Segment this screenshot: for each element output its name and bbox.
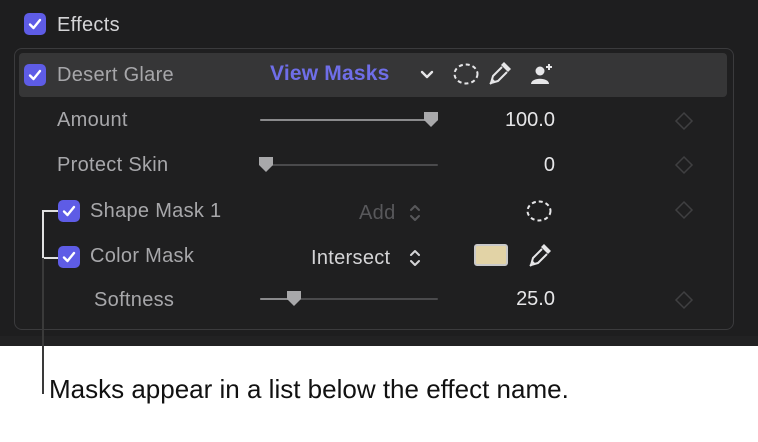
- checkmark-icon: [28, 18, 42, 30]
- mask-bracket-top: [42, 210, 58, 212]
- softness-value[interactable]: 25.0: [465, 287, 555, 311]
- amount-value[interactable]: 100.0: [465, 108, 555, 132]
- color-mask-label: Color Mask: [90, 245, 195, 267]
- amount-slider-fill: [260, 119, 430, 121]
- checkmark-icon: [62, 251, 76, 263]
- protect-skin-slider-thumb[interactable]: [257, 155, 275, 175]
- shape-mask-mode[interactable]: Add: [359, 201, 396, 225]
- color-mask-mode-stepper-icon[interactable]: [408, 247, 422, 269]
- protect-skin-value[interactable]: 0: [465, 153, 555, 177]
- protect-skin-slider-track[interactable]: [260, 164, 438, 166]
- chevron-down-icon[interactable]: [419, 68, 435, 82]
- shape-mask-label: Shape Mask 1: [90, 200, 222, 222]
- effects-section-label: Effects: [57, 14, 120, 36]
- callout-leader-line: [42, 258, 44, 394]
- panel-bottom-strip: [0, 336, 758, 346]
- amount-label: Amount: [57, 109, 128, 131]
- amount-slider-thumb[interactable]: [422, 110, 440, 130]
- mask-bracket-bottom: [42, 257, 58, 259]
- mask-bracket-vertical: [42, 211, 44, 258]
- checkmark-icon: [62, 205, 76, 217]
- color-mask-checkbox[interactable]: [58, 246, 80, 268]
- protect-skin-label: Protect Skin: [57, 154, 169, 176]
- color-mask-mode[interactable]: Intersect: [311, 246, 390, 270]
- shape-mask-icon[interactable]: [525, 198, 553, 224]
- softness-keyframe-icon[interactable]: [673, 289, 695, 311]
- eyedropper-icon[interactable]: [485, 58, 515, 90]
- shape-mask-checkbox[interactable]: [58, 200, 80, 222]
- softness-slider-thumb[interactable]: [285, 289, 303, 309]
- effect-enable-checkbox[interactable]: [24, 64, 46, 86]
- amount-keyframe-icon[interactable]: [673, 110, 695, 132]
- checkmark-icon: [28, 69, 42, 81]
- softness-label: Softness: [94, 289, 175, 311]
- shape-mask-keyframe-icon[interactable]: [673, 199, 695, 221]
- effects-checkbox[interactable]: [24, 13, 46, 35]
- eyedropper-icon[interactable]: [525, 240, 555, 272]
- color-mask-swatch[interactable]: [474, 244, 508, 266]
- view-masks-button[interactable]: View Masks: [270, 62, 390, 86]
- protect-skin-keyframe-icon[interactable]: [673, 154, 695, 176]
- callout-text: Masks appear in a list below the effect …: [49, 374, 569, 404]
- person-mask-icon[interactable]: [528, 60, 556, 88]
- shape-mask-icon[interactable]: [452, 61, 480, 87]
- shape-mask-mode-stepper-icon[interactable]: [408, 202, 422, 224]
- effect-name: Desert Glare: [57, 64, 174, 86]
